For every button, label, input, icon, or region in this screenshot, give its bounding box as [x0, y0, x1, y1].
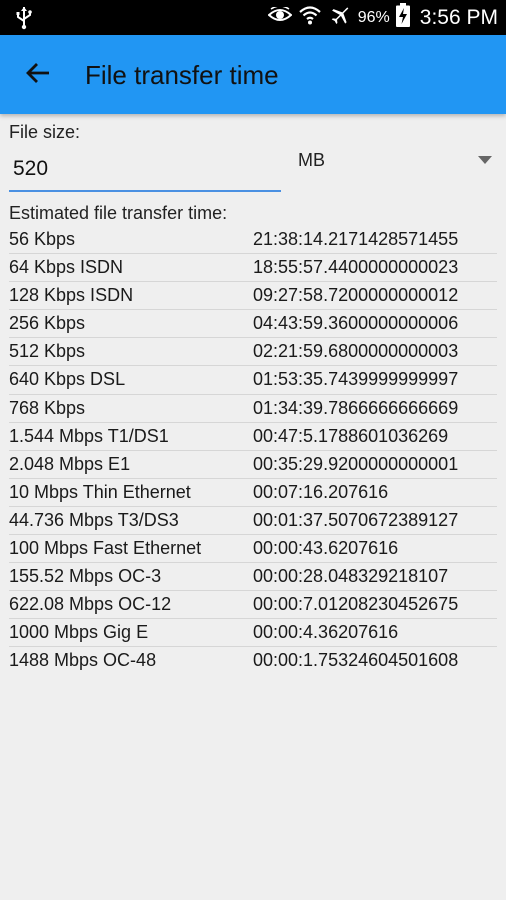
list-item: 64 Kbps ISDN 18:55:57.4400000000023 — [9, 254, 497, 283]
app-toolbar: File transfer time — [0, 35, 506, 114]
wifi-icon — [298, 4, 322, 31]
connection-speed: 10 Mbps Thin Ethernet — [9, 481, 191, 502]
transfer-time: 00:00:1.75324604501608 — [253, 650, 459, 671]
transfer-time: 00:00:28.048329218107 — [253, 566, 449, 587]
file-size-input[interactable] — [9, 148, 281, 192]
list-item: 155.52 Mbps OC-3 00:00:28.048329218107 — [9, 563, 497, 592]
list-item: 640 Kbps DSL 01:53:35.7439999999997 — [9, 366, 497, 395]
results-heading: Estimated file transfer time: — [9, 203, 228, 223]
status-bar: 96% 3:56 PM — [0, 0, 506, 35]
connection-speed: 2.048 Mbps E1 — [9, 453, 131, 474]
back-button[interactable] — [22, 59, 54, 91]
list-item: 1000 Mbps Gig E 00:00:4.36207616 — [9, 619, 497, 648]
transfer-time: 09:27:58.7200000000012 — [253, 285, 459, 306]
connection-speed: 155.52 Mbps OC-3 — [9, 566, 162, 587]
list-item: 622.08 Mbps OC-12 00:00:7.01208230452675 — [9, 591, 497, 620]
list-item: 128 Kbps ISDN 09:27:58.7200000000012 — [9, 282, 497, 311]
list-item: 44.736 Mbps T3/DS3 00:01:37.5070672389127 — [9, 507, 497, 536]
battery-charging-icon — [395, 3, 410, 32]
transfer-time: 21:38:14.2171428571455 — [253, 229, 459, 249]
transfer-time: 00:01:37.5070672389127 — [253, 509, 459, 530]
usb-icon — [14, 6, 34, 35]
airplane-icon — [328, 3, 352, 32]
connection-speed: 128 Kbps ISDN — [9, 285, 134, 306]
page-title: File transfer time — [85, 60, 279, 90]
connection-speed: 44.736 Mbps T3/DS3 — [9, 509, 179, 530]
connection-speed: 100 Mbps Fast Ethernet — [9, 538, 202, 559]
connection-speed: 1.544 Mbps T1/DS1 — [9, 425, 169, 446]
connection-speed: 768 Kbps — [9, 397, 86, 418]
transfer-time: 00:07:16.207616 — [253, 481, 389, 502]
unit-dropdown[interactable]: MB — [298, 150, 498, 176]
triangle-down-icon — [478, 156, 492, 164]
connection-speed: 1488 Mbps OC-48 — [9, 650, 157, 671]
eye-icon — [267, 5, 293, 28]
transfer-time: 01:34:39.7866666666669 — [253, 397, 459, 418]
clock: 3:56 PM — [419, 5, 498, 29]
connection-speed: 512 Kbps — [9, 341, 86, 362]
transfer-time: 02:21:59.6800000000003 — [253, 341, 459, 362]
connection-speed: 64 Kbps ISDN — [9, 257, 124, 278]
transfer-time: 00:00:43.6207616 — [253, 538, 399, 559]
list-item: 56 Kbps 21:38:14.2171428571455 — [9, 226, 497, 255]
list-item: 2.048 Mbps E1 00:35:29.9200000000001 — [9, 451, 497, 479]
arrow-left-icon — [24, 59, 52, 92]
list-item: 768 Kbps 01:34:39.7866666666669 — [9, 395, 497, 423]
transfer-time: 00:00:7.01208230452675 — [253, 594, 459, 615]
list-item: 512 Kbps 02:21:59.6800000000003 — [9, 338, 497, 367]
list-item: 1.544 Mbps T1/DS1 00:47:5.1788601036269 — [9, 423, 497, 451]
connection-speed: 56 Kbps — [9, 229, 76, 249]
transfer-time: 00:35:29.9200000000001 — [253, 453, 459, 474]
list-item: 256 Kbps 04:43:59.3600000000006 — [9, 310, 497, 339]
transfer-time: 01:53:35.7439999999997 — [253, 369, 459, 390]
connection-speed: 1000 Mbps Gig E — [9, 622, 149, 643]
battery-percent: 96% — [357, 8, 390, 26]
transfer-time: 18:55:57.4400000000023 — [253, 257, 459, 278]
list-item: 100 Mbps Fast Ethernet 00:00:43.6207616 — [9, 535, 497, 564]
file-size-label: File size: — [9, 122, 81, 142]
transfer-time-list: 56 Kbps 21:38:14.2171428571455 64 Kbps IS… — [9, 226, 497, 676]
connection-speed: 640 Kbps DSL — [9, 369, 126, 390]
list-item: 10 Mbps Thin Ethernet 00:07:16.207616 — [9, 479, 497, 507]
unit-selected-value: MB — [298, 150, 325, 170]
transfer-time: 00:47:5.1788601036269 — [253, 425, 449, 446]
status-icons: 96% 3:56 PM — [267, 0, 498, 35]
connection-speed: 256 Kbps — [9, 313, 86, 334]
transfer-time: 04:43:59.3600000000006 — [253, 313, 459, 334]
list-item: 1488 Mbps OC-48 00:00:1.75324604501608 — [9, 647, 497, 675]
connection-speed: 622.08 Mbps OC-12 — [9, 594, 172, 615]
transfer-time: 00:00:4.36207616 — [253, 622, 399, 643]
